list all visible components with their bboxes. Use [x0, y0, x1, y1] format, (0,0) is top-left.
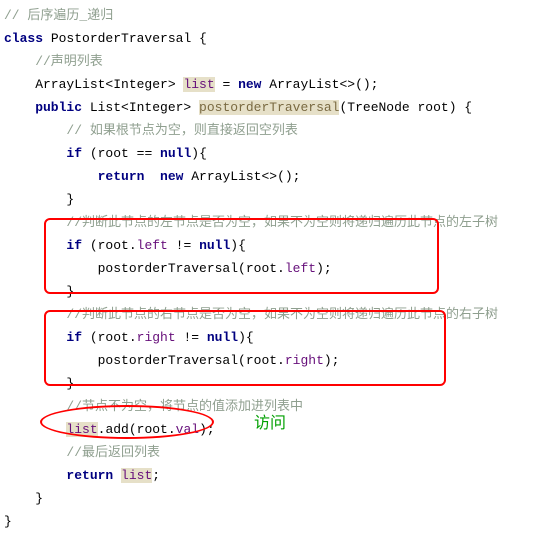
code-line-19: //最后返回列表 [4, 441, 532, 464]
code-line-3: ArrayList<Integer> list = new ArrayList<… [4, 73, 532, 96]
code-line-4: public List<Integer> postorderTraversal(… [4, 96, 532, 119]
code-line-21: } [4, 487, 532, 510]
comment-text: // 后序遍历_递归 [4, 8, 113, 23]
annotation-label-visit: 访问 [254, 412, 286, 435]
code-line-7: return new ArrayList<>(); [4, 165, 532, 188]
code-line-6: if (root == null){ [4, 142, 532, 165]
code-line-12: } [4, 280, 532, 303]
code-line-15: postorderTraversal(root.right); [4, 349, 532, 372]
code-line-14: if (root.right != null){ [4, 326, 532, 349]
code-line-5: // 如果根节点为空，则直接返回空列表 [4, 119, 532, 142]
var-list: list [183, 77, 214, 92]
code-line-11: postorderTraversal(root.left); [4, 257, 532, 280]
code-line-16: } [4, 372, 532, 395]
code-line-10: if (root.left != null){ [4, 234, 532, 257]
code-line-22: } [4, 510, 532, 533]
method-name: postorderTraversal [199, 100, 339, 115]
code-line-0: // 后序遍历_递归 [4, 4, 532, 27]
code-line-9: //判断此节点的左节点是否为空，如果不为空则将递归遍历此节点的左子树 [4, 211, 532, 234]
code-line-20: return list; [4, 464, 532, 487]
code-line-1: class PostorderTraversal { [4, 27, 532, 50]
code-line-8: } [4, 188, 532, 211]
code-line-13: //判断此节点的右节点是否为空，如果不为空则将递归遍历此节点的右子树 [4, 303, 532, 326]
code-line-2: //声明列表 [4, 50, 532, 73]
